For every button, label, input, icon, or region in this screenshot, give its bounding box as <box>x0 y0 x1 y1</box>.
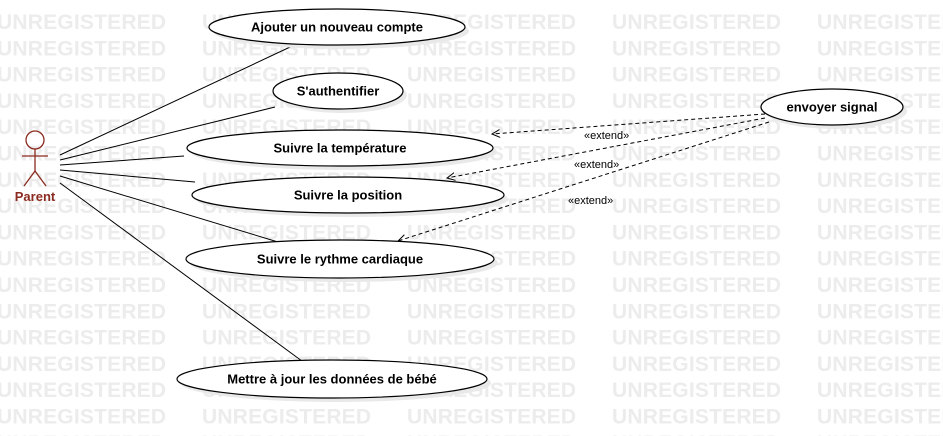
use-case-label: envoyer signal <box>786 100 877 115</box>
actor-label: Parent <box>15 189 56 204</box>
watermark-text: UNREGISTERED <box>0 90 166 113</box>
use-case-temperature[interactable]: Suivre la température <box>186 129 497 170</box>
watermark-text: UNREGISTERED <box>407 327 576 350</box>
use-case-label: Suivre la position <box>294 188 402 203</box>
watermark-text: UNREGISTERED <box>0 11 166 34</box>
use-case-label: S'authentifier <box>297 84 380 99</box>
watermark-text: UNREGISTERED <box>407 406 576 429</box>
watermark-text: UNREGISTERED <box>612 327 781 350</box>
watermark-text: UNREGISTERED <box>0 248 166 271</box>
watermark-text: UNREGISTERED <box>0 37 166 60</box>
watermark-text: UNREGISTERED <box>0 116 166 139</box>
watermark-text: UNREGISTERED <box>817 432 943 436</box>
watermark-text: UNREGISTERED <box>612 90 781 113</box>
watermark-text: UNREGISTERED <box>817 11 943 34</box>
extend-label-rythme: «extend» <box>568 195 613 207</box>
watermark-text: UNREGISTERED <box>612 143 781 166</box>
watermark-text: UNREGISTERED <box>202 432 371 436</box>
watermark-text: UNREGISTERED <box>817 327 943 350</box>
watermark-text: UNREGISTERED <box>0 353 166 376</box>
watermark-text: UNREGISTERED <box>817 406 943 429</box>
watermark-text: UNREGISTERED <box>202 327 371 350</box>
watermark-text: UNREGISTERED <box>407 90 576 113</box>
watermark-text: UNREGISTERED <box>817 379 943 402</box>
watermark-text: UNREGISTERED <box>817 37 943 60</box>
use-case-label: Suivre la température <box>274 141 407 156</box>
use-case-label: Ajouter un nouveau compte <box>251 20 423 35</box>
extend-label-temperature: «extend» <box>584 130 629 142</box>
watermark-text: UNREGISTERED <box>407 221 576 244</box>
extend-label-position: «extend» <box>574 159 619 171</box>
watermark-text: UNREGISTERED <box>612 379 781 402</box>
watermark-text: UNREGISTERED <box>612 353 781 376</box>
watermark-text: UNREGISTERED <box>0 221 166 244</box>
watermark-text: UNREGISTERED <box>817 274 943 297</box>
use-case-rythme[interactable]: Suivre le rythme cardiaque <box>185 239 498 282</box>
use-case-diagram-canvas: UNREGISTERED UNREGISTERED UNREGISTERED UNRE… <box>0 0 943 436</box>
use-case-envoyer-signal[interactable]: envoyer signal <box>760 88 907 129</box>
watermark-text: UNREGISTERED <box>407 64 576 87</box>
watermark-text: UNREGISTERED <box>817 195 943 218</box>
watermark-text: UNREGISTERED <box>612 274 781 297</box>
watermark-text: UNREGISTERED <box>612 406 781 429</box>
watermark-text: UNREGISTERED <box>612 169 781 192</box>
watermark-text: UNREGISTERED <box>0 327 166 350</box>
watermark-text: UNREGISTERED <box>817 143 943 166</box>
watermark-text: UNREGISTERED <box>0 300 166 323</box>
watermark-text: UNREGISTERED <box>0 432 166 436</box>
use-case-label: Suivre le rythme cardiaque <box>257 252 423 267</box>
watermark-text: UNREGISTERED <box>202 406 371 429</box>
watermark-text: UNREGISTERED <box>612 37 781 60</box>
watermark-text: UNREGISTERED <box>612 11 781 34</box>
watermark-text: UNREGISTERED <box>612 300 781 323</box>
use-case-mettre-a-jour[interactable]: Mettre à jour les données de bébé <box>176 359 491 402</box>
watermark-text: UNREGISTERED <box>817 300 943 323</box>
watermark-text: UNREGISTERED <box>0 406 166 429</box>
watermark-text: UNREGISTERED <box>0 379 166 402</box>
watermark-text: UNREGISTERED <box>817 169 943 192</box>
watermark-text: UNREGISTERED <box>202 300 371 323</box>
watermark-text: UNREGISTERED <box>817 353 943 376</box>
watermark-text: UNREGISTERED <box>0 274 166 297</box>
watermark-text: UNREGISTERED <box>407 432 576 436</box>
use-case-label: Mettre à jour les données de bébé <box>227 372 437 387</box>
watermark-text: UNREGISTERED <box>407 300 576 323</box>
watermark-text: UNREGISTERED <box>612 248 781 271</box>
watermark-text: UNREGISTERED <box>0 64 166 87</box>
use-case-ajouter[interactable]: Ajouter un nouveau compte <box>208 8 469 49</box>
watermark-text: UNREGISTERED <box>612 64 781 87</box>
use-case-diagram: UNREGISTERED UNREGISTERED UNREGISTERED UNRE… <box>0 8 943 436</box>
watermark-text: UNREGISTERED <box>817 221 943 244</box>
watermark-text: UNREGISTERED <box>612 221 781 244</box>
watermark-text: UNREGISTERED <box>817 64 943 87</box>
use-case-position[interactable]: Suivre la position <box>191 176 508 217</box>
watermark-text: UNREGISTERED <box>612 195 781 218</box>
watermark-text: UNREGISTERED <box>817 248 943 271</box>
watermark-text: UNREGISTERED <box>612 432 781 436</box>
